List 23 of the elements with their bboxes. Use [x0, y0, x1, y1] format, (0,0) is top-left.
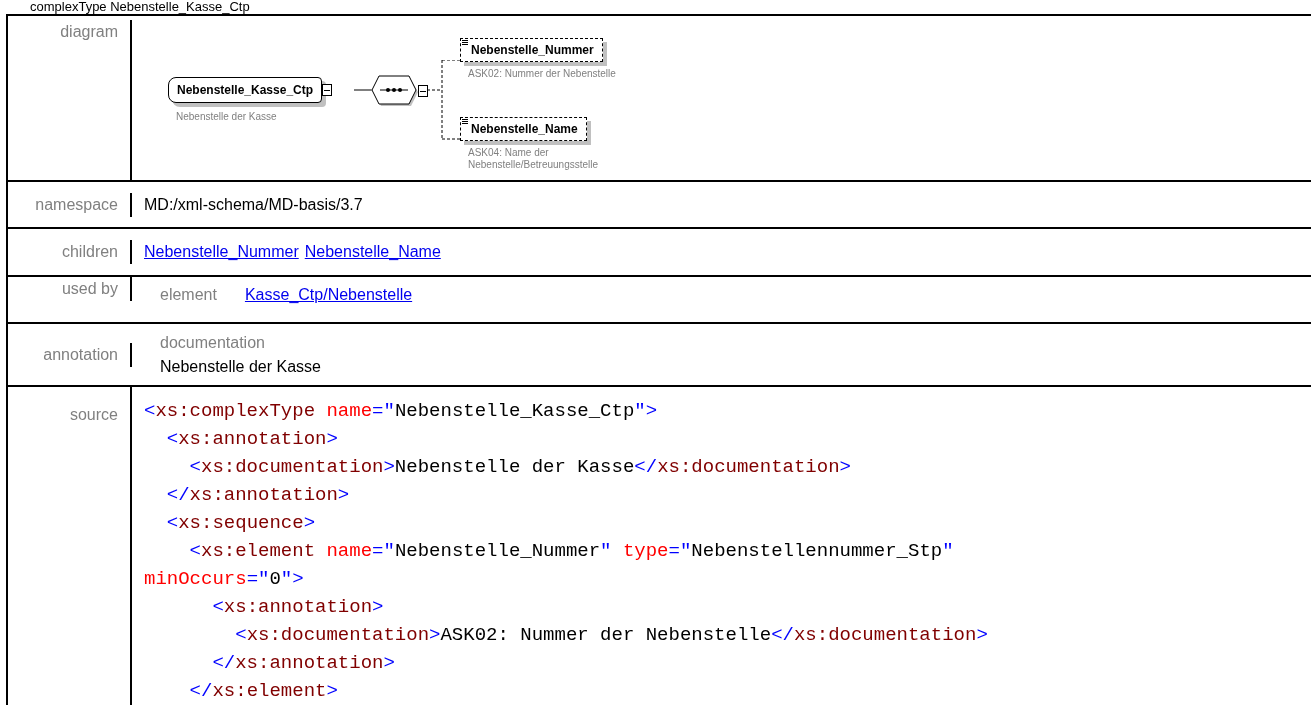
usage-link[interactable]: Kasse_Ctp/Nebenstelle [244, 283, 413, 307]
namespace-value: MD:/xml-schema/MD-basis/3.7 [143, 194, 363, 215]
lines-icon [462, 40, 468, 45]
collapse-icon[interactable] [418, 85, 428, 97]
lines-icon [462, 119, 468, 124]
row-label: source [69, 406, 118, 423]
node-caption: ASK04: Name der Nebenstelle/Betreuungsstelle [468, 147, 600, 171]
row-label: namespace [35, 195, 118, 213]
page-title: complexType Nebenstelle_Kasse_Ctp [29, 0, 251, 14]
collapse-icon[interactable] [322, 84, 333, 96]
node-caption: Nebenstelle der Kasse [176, 111, 277, 123]
row-label: diagram [60, 23, 118, 40]
child-link[interactable]: Nebenstelle_Name [304, 240, 441, 264]
annotation-label: documentation [160, 332, 266, 353]
child-link[interactable]: Nebenstelle_Nummer [144, 240, 299, 264]
node-caption: ASK02: Nummer der Nebenstelle [468, 68, 617, 80]
source-code: <xs:complexType name="Nebenstelle_Kasse_Ctp"> <xs:annotation> <xs:documentation>Nebenstelle der Kasse</xs:documentation> </xs:annotation> <xs:sequence> <xs:element name="Nebenstelle_Nummer" type="Nebenstellennummer_Stp" minOccurs="0"> <xs:annotation> <xs:documentation>ASK02: Nummer der Nebenstelle</xs:documentation> </xs:annotation> </xs:element> [143, 399, 988, 704]
row-label: annotation [43, 345, 118, 363]
annotation-text: Nebenstelle der Kasse [160, 356, 321, 377]
usage-kind: element [160, 285, 217, 305]
row-label: used by [61, 280, 118, 297]
row-label: children [61, 243, 118, 260]
sequence-icon [372, 75, 418, 107]
